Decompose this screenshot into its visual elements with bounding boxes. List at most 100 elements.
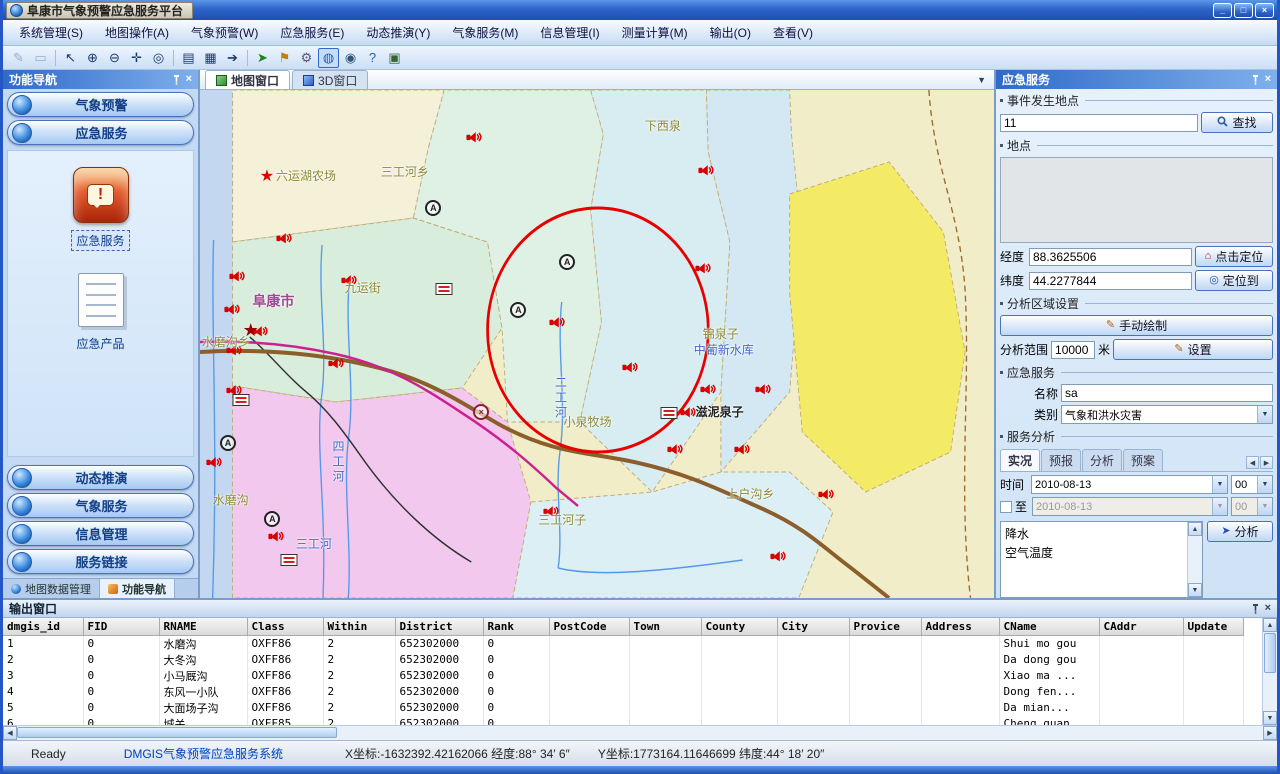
list-item[interactable]: 空气温度 <box>1004 543 1184 562</box>
column-header[interactable]: Class <box>247 618 323 635</box>
station-marker[interactable] <box>232 394 249 406</box>
range-set-button[interactable]: ✎ 设置 <box>1113 339 1273 360</box>
nav-button-dynamic-deduction[interactable]: 动态推演 <box>7 465 194 490</box>
date-to-dropdown[interactable]: 2010-08-13 ▼ <box>1032 497 1228 516</box>
help-icon[interactable]: ? <box>362 48 383 68</box>
symbol-a-marker[interactable]: A <box>264 511 280 527</box>
click-locate-button[interactable]: ⌂ 点击定位 <box>1195 246 1273 267</box>
service-name-input[interactable] <box>1061 384 1273 402</box>
select-rect-icon[interactable]: ▭ <box>30 48 51 68</box>
map-canvas[interactable]: ★★AAAAA×六运湖农场三工河乡下西泉阜康市九运街锦泉子中葡新水库滋泥泉子小泉… <box>200 90 994 598</box>
pin-icon[interactable] <box>1251 604 1260 614</box>
location-search-input[interactable] <box>1000 114 1198 132</box>
station-marker[interactable] <box>436 283 453 295</box>
scroll-up-icon[interactable]: ▲ <box>1188 522 1202 536</box>
manual-draw-button[interactable]: ✎ 手动绘制 <box>1000 315 1273 336</box>
symbol-a-marker[interactable]: A <box>425 200 441 216</box>
close-button[interactable]: × <box>1255 3 1274 18</box>
menu-item[interactable]: 气象服务(M) <box>442 20 528 45</box>
zoom-out-icon[interactable]: ⊖ <box>104 48 125 68</box>
chevron-down-icon[interactable]: ▼ <box>1257 498 1272 515</box>
nav-button-emergency-service[interactable]: 应急服务 <box>7 120 194 145</box>
speaker-marker[interactable] <box>328 357 344 370</box>
emergency-globe-icon[interactable]: ◍ <box>318 48 339 68</box>
chevron-down-icon[interactable]: ▼ <box>1257 476 1272 493</box>
speaker-marker[interactable] <box>755 383 771 396</box>
column-header[interactable]: Provice <box>849 618 921 635</box>
tab-live[interactable]: 实况 <box>1000 449 1040 471</box>
window-list-dropdown-icon[interactable]: ▼ <box>977 75 986 85</box>
scroll-down-icon[interactable]: ▼ <box>1263 711 1277 725</box>
column-header[interactable]: Rank <box>483 618 549 635</box>
nav-button-weather-service[interactable]: 气象服务 <box>7 493 194 518</box>
chevron-down-icon[interactable]: ▼ <box>1257 406 1272 423</box>
element-listbox[interactable]: 降水空气温度 ▲ ▼ <box>1000 521 1203 598</box>
nav-button-info-management[interactable]: 信息管理 <box>7 521 194 546</box>
table-row[interactable]: 60城关OXFF8526523020000Cheng guan <box>3 716 1243 726</box>
locate-to-button[interactable]: ◎ 定位到 <box>1195 270 1273 291</box>
star-marker[interactable]: ★ <box>260 169 274 185</box>
symbol-a-marker[interactable]: A <box>220 435 236 451</box>
column-header[interactable]: CAddr <box>1099 618 1183 635</box>
export-map-icon[interactable]: ▣ <box>384 48 405 68</box>
column-header[interactable]: RNAME <box>159 618 247 635</box>
pan-icon[interactable]: ✛ <box>126 48 147 68</box>
emergency-service-icon-button[interactable]: ! <box>73 167 129 223</box>
zoom-in-icon[interactable]: ⊕ <box>82 48 103 68</box>
list-item[interactable]: 降水 <box>1004 524 1184 543</box>
menu-item[interactable]: 信息管理(I) <box>530 20 609 45</box>
symbol-a-marker[interactable]: A <box>559 254 575 270</box>
save-image-icon[interactable]: ▦ <box>200 48 221 68</box>
column-header[interactable]: County <box>701 618 777 635</box>
tab-analysis[interactable]: 分析 <box>1082 449 1122 471</box>
speaker-marker[interactable] <box>276 232 292 245</box>
output-vertical-scrollbar[interactable]: ▲ ▼ <box>1262 618 1277 725</box>
range-input[interactable] <box>1051 341 1095 359</box>
close-panel-icon[interactable]: × <box>1265 603 1271 614</box>
menu-item[interactable]: 动态推演(Y) <box>356 20 440 45</box>
full-extent-icon[interactable]: ◎ <box>148 48 169 68</box>
listbox-scrollbar[interactable]: ▲ ▼ <box>1187 522 1202 597</box>
latitude-input[interactable] <box>1029 272 1192 290</box>
column-header[interactable]: Address <box>921 618 999 635</box>
speaker-marker[interactable] <box>224 303 240 316</box>
pin-icon[interactable] <box>1251 75 1260 85</box>
pin-icon[interactable] <box>172 75 181 85</box>
tab-3d-window[interactable]: 3D窗口 <box>292 70 368 89</box>
speaker-marker[interactable] <box>622 361 638 374</box>
menu-item[interactable]: 系统管理(S) <box>9 20 93 45</box>
tab-scroll-left-icon[interactable]: ◀ <box>1246 456 1259 469</box>
hour-dropdown[interactable]: 00 ▼ <box>1231 475 1273 494</box>
scroll-up-icon[interactable]: ▲ <box>1263 618 1277 632</box>
column-header[interactable]: Update <box>1183 618 1243 635</box>
speaker-marker[interactable] <box>695 262 711 275</box>
column-header[interactable]: District <box>395 618 483 635</box>
select-feature-icon[interactable]: ➤ <box>252 48 273 68</box>
table-row[interactable]: 50大面场子沟OXFF8626523020000Da mian... <box>3 700 1243 716</box>
circle-x-marker[interactable]: × <box>473 404 489 420</box>
column-header[interactable]: PostCode <box>549 618 629 635</box>
longitude-input[interactable] <box>1029 248 1192 266</box>
nav-button-weather-warning[interactable]: 气象预警 <box>7 92 194 117</box>
speaker-marker[interactable] <box>229 270 245 283</box>
service-type-dropdown[interactable]: 气象和洪水灾害 ▼ <box>1061 405 1273 424</box>
minimize-button[interactable]: _ <box>1213 3 1232 18</box>
column-header[interactable]: dmgis_id <box>3 618 83 635</box>
menu-item[interactable]: 测量计算(M) <box>612 20 698 45</box>
tab-plan[interactable]: 预案 <box>1123 449 1163 471</box>
column-header[interactable]: Town <box>629 618 701 635</box>
speaker-marker[interactable] <box>268 530 284 543</box>
speaker-marker[interactable] <box>206 456 222 469</box>
speaker-marker[interactable] <box>549 316 565 329</box>
table-row[interactable]: 10水磨沟OXFF8626523020000Shui mo gou <box>3 635 1243 652</box>
tab-map-window[interactable]: 地图窗口 <box>205 70 290 89</box>
settings-gear-icon[interactable]: ⚙ <box>296 48 317 68</box>
menu-item[interactable]: 输出(O) <box>700 20 761 45</box>
maximize-button[interactable]: □ <box>1234 3 1253 18</box>
to-checkbox[interactable] <box>1000 501 1012 513</box>
eye-icon[interactable]: ◉ <box>340 48 361 68</box>
menu-item[interactable]: 气象预警(W) <box>181 20 268 45</box>
nav-button-service-links[interactable]: 服务链接 <box>7 549 194 574</box>
column-header[interactable]: FID <box>83 618 159 635</box>
tab-forecast[interactable]: 预报 <box>1041 449 1081 471</box>
